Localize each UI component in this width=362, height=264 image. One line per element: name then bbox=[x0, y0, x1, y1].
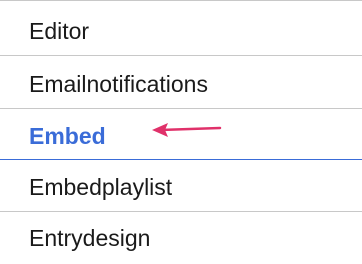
list-item-label: Emailnotifications bbox=[29, 71, 208, 97]
list-item-label: Entrydesign bbox=[29, 225, 151, 251]
list-item-label: Embedplaylist bbox=[29, 174, 173, 200]
list-item-emailnotifications[interactable]: Emailnotifications bbox=[0, 56, 362, 108]
list-item-label: Embed bbox=[29, 123, 106, 149]
settings-list: Editor Emailnotifications Embed Embedpla… bbox=[0, 0, 362, 257]
arrow-left-icon bbox=[152, 123, 222, 137]
list-item-editor[interactable]: Editor bbox=[0, 1, 362, 53]
list-item-entrydesign[interactable]: Entrydesign bbox=[0, 212, 362, 264]
list-item-label: Editor bbox=[29, 18, 90, 44]
list-item-embedplaylist[interactable]: Embedplaylist bbox=[0, 160, 362, 212]
